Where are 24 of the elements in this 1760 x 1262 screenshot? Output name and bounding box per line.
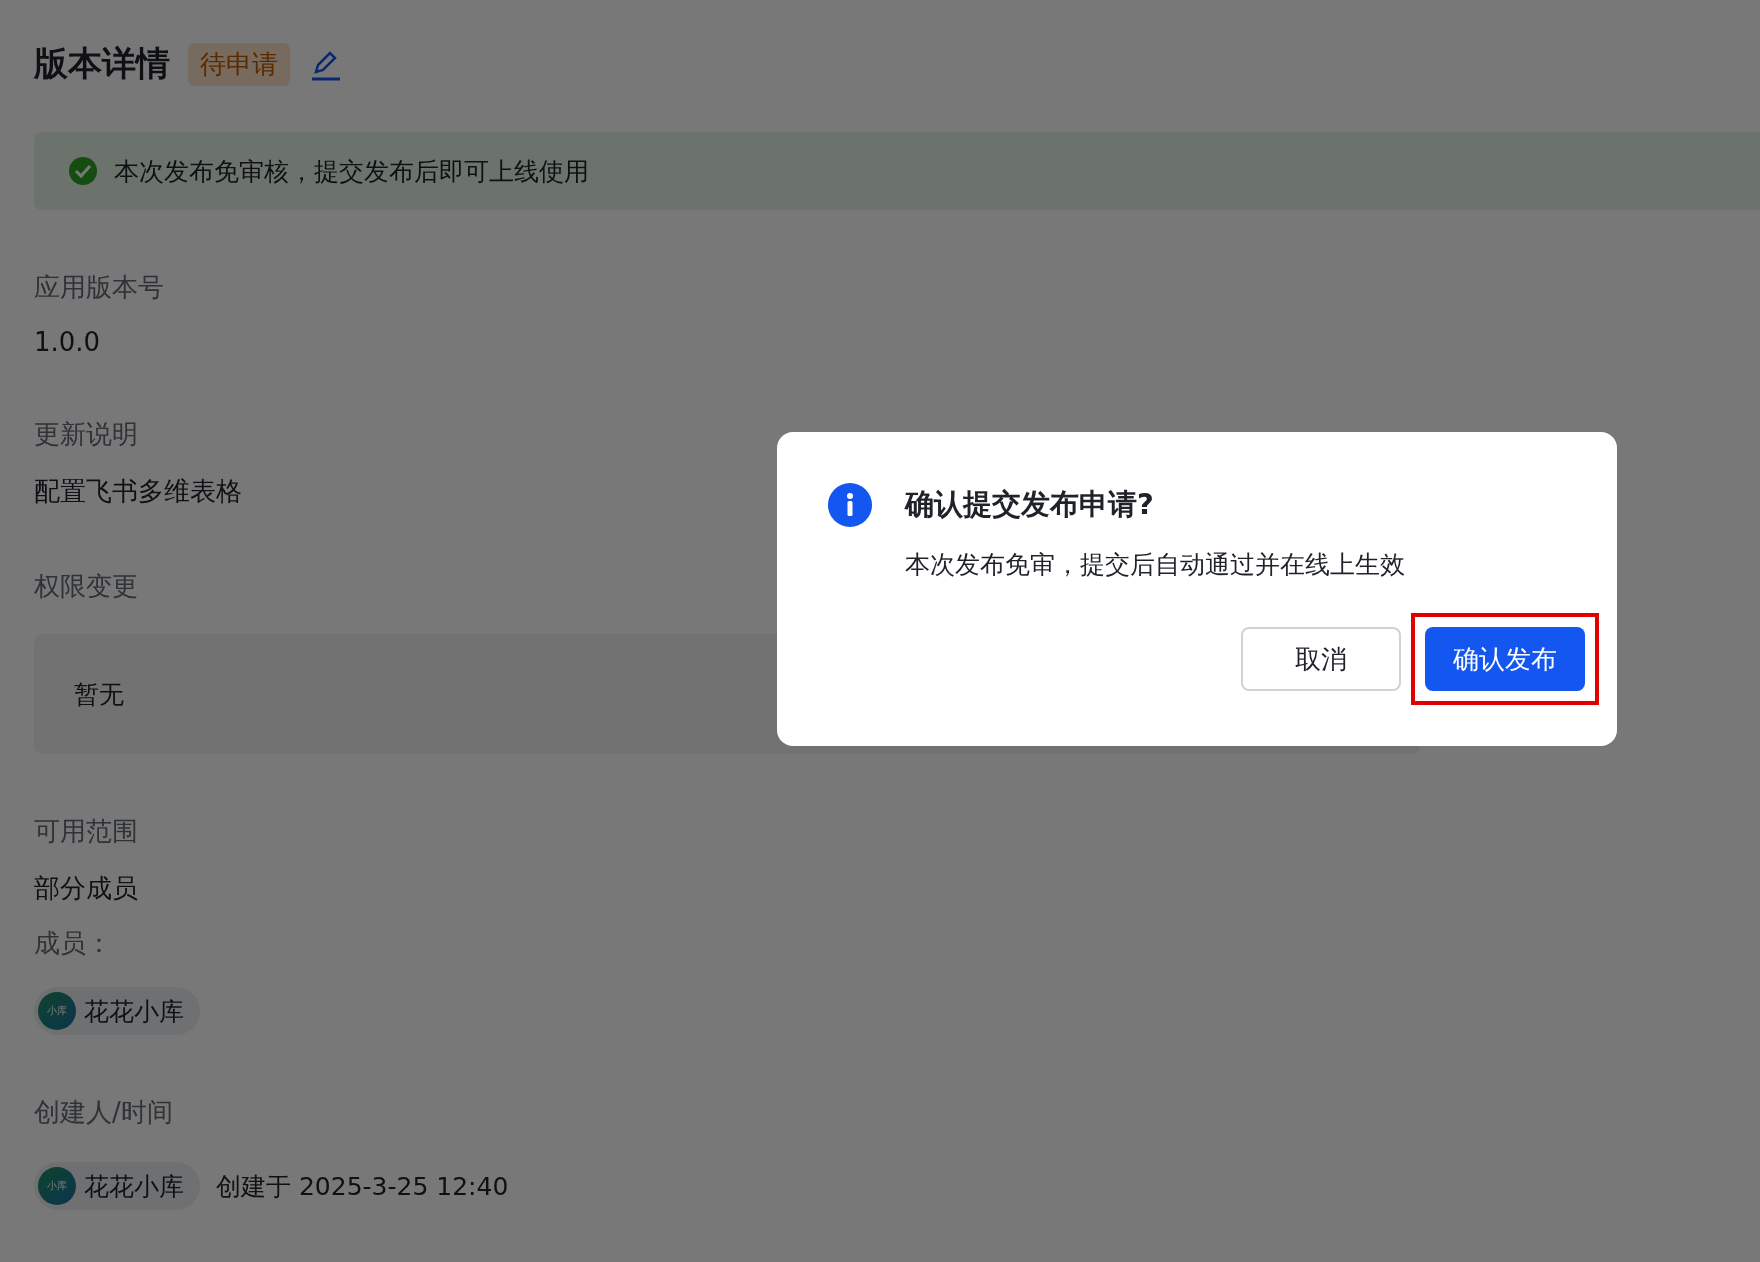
field-label: 更新说明 (34, 418, 138, 451)
status-tag: 待申请 (188, 42, 290, 86)
field-label: 创建人/时间 (34, 1096, 173, 1129)
members-label: 成员： (34, 927, 112, 960)
field-value: 1.0.0 (34, 327, 101, 357)
confirm-button[interactable]: 确认发布 (1425, 627, 1585, 691)
field-label: 权限变更 (34, 570, 138, 603)
cancel-button[interactable]: 取消 (1241, 627, 1401, 691)
field-value: 配置飞书多维表格 (34, 475, 242, 508)
created-time: 创建于 2025-3-25 12:40 (216, 1170, 509, 1203)
creator-name: 花花小库 (84, 1170, 184, 1203)
dialog-title: 确认提交发布申请? (905, 486, 1154, 523)
field-label: 可用范围 (34, 815, 138, 848)
field-value: 部分成员 (34, 872, 138, 905)
dialog-message: 本次发布免审，提交后自动通过并在线上生效 (905, 549, 1406, 581)
field-label: 应用版本号 (34, 271, 164, 304)
page-title: 版本详情 (34, 42, 170, 85)
alert-text: 本次发布免审核，提交发布后即可上线使用 (114, 155, 589, 188)
success-check-icon (68, 156, 98, 186)
field-value: 暂无 (74, 678, 124, 711)
avatar: 小库 (38, 992, 76, 1030)
info-icon (827, 482, 873, 528)
avatar: 小库 (38, 1167, 76, 1205)
member-name: 花花小库 (84, 995, 184, 1028)
